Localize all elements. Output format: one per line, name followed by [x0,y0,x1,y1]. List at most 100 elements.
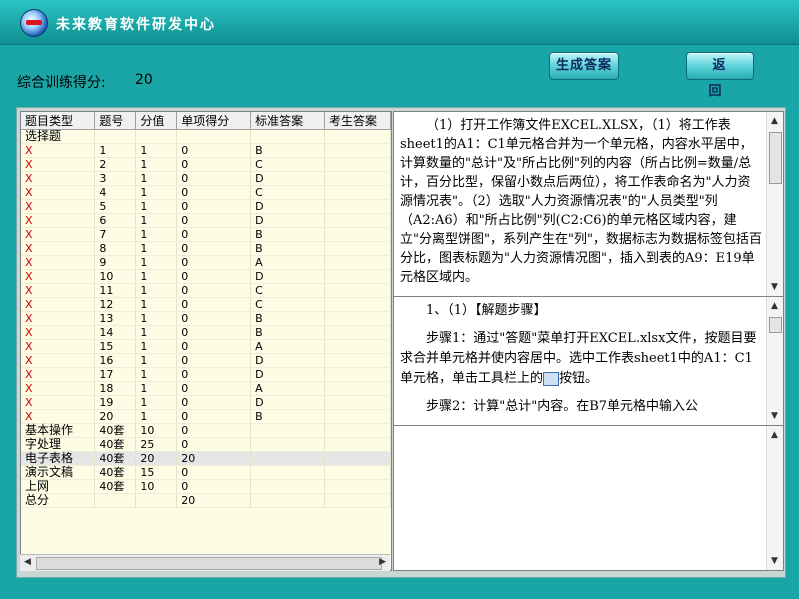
table-row[interactable]: X610D [21,213,391,228]
table-cell [250,451,326,466]
table-cell: 3 [94,171,137,186]
table-cell: 0 [176,353,252,368]
table-row[interactable]: X 12 1 0 C [21,297,391,312]
table-cell: X [21,213,96,228]
table-header-cell[interactable]: 分值 [135,112,178,130]
table-cell: D [250,269,326,284]
table-cell: 1 [135,241,178,256]
table-row[interactable]: X510D [21,199,391,214]
table-row[interactable]: X210C [21,157,391,172]
table-cell [324,297,391,312]
table-cell: X [21,297,96,312]
table-cell: 0 [176,283,252,298]
table-cell [324,157,391,172]
table-cell: 0 [176,311,252,326]
table-cell: 0 [176,255,252,270]
table-row[interactable]: 上网 40套 10 0 [21,479,391,494]
table-row[interactable]: X 17 1 0 D [21,367,391,382]
question-text-box[interactable]: （1）打开工作簿文件EXCEL.XLSX，（1）将工作表sheet1的A1：C1… [393,111,784,297]
table-cell: 17 [94,367,137,382]
table-header-cell[interactable]: 单项得分 [176,112,252,130]
table-cell: C [250,297,326,312]
table-cell: C [250,185,326,200]
table-row[interactable]: X 15 1 0 A [21,339,391,354]
scroll-up-icon[interactable]: ▲ [771,116,778,126]
question-scrollbar[interactable]: ▲ ▼ [766,112,783,296]
scrollbar-thumb[interactable] [769,132,782,184]
table-row[interactable]: X 18 1 0 A [21,381,391,396]
solution-scrollbar[interactable]: ▲ ▼ [766,297,783,425]
solution-text: 1、（1）【解题步骤】 步骤1：通过"答题"菜单打开EXCEL.xlsx文件，按… [400,301,762,417]
table-cell [135,493,178,508]
table-cell: 演示文稿 [21,465,96,480]
table-cell: X [21,409,96,424]
table-cell: 0 [176,367,252,382]
table-cell: 15 [94,339,137,354]
table-cell: 10 [135,423,178,438]
table-header-cell[interactable]: 题号 [94,112,137,130]
table-cell: 0 [176,437,252,452]
table-row[interactable]: 字处理 40套 25 0 [21,437,391,452]
table-cell: 1 [135,269,178,284]
table-cell: 1 [135,339,178,354]
table-row[interactable]: X 10 1 0 D [21,269,391,284]
table-header-cell[interactable]: 题目类型 [21,112,96,130]
table-cell: X [21,367,96,382]
answer-scrollbar[interactable]: ▲ ▼ [766,426,783,570]
generate-answer-button[interactable]: 生成答案 [549,52,619,80]
scroll-down-icon[interactable]: ▼ [771,282,778,292]
horizontal-scrollbar[interactable]: ◀ ▶ [20,554,390,571]
table-header-cell[interactable]: 标准答案 [250,112,326,130]
scroll-left-icon[interactable]: ◀ [24,557,31,567]
table-cell [324,395,391,410]
table-row[interactable]: 选择题 [21,129,391,144]
table-row[interactable]: X 11 1 0 C [21,283,391,298]
scroll-down-icon[interactable]: ▼ [771,411,778,421]
app-title: 未来教育软件研发中心 [56,17,216,33]
table-row[interactable]: X110B [21,143,391,158]
table-row[interactable]: X910A [21,255,391,270]
table-row[interactable]: 基本操作 40套 10 0 [21,423,391,438]
table-cell [324,185,391,200]
back-button[interactable]: 返 回 [686,52,754,99]
table-cell: B [250,143,326,158]
table-cell: 0 [176,465,252,480]
table-cell: 0 [176,143,252,158]
table-row[interactable]: X710B [21,227,391,242]
table-row[interactable]: X 19 1 0 D [21,395,391,410]
table-row[interactable]: X810B [21,241,391,256]
table-cell: X [21,283,96,298]
table-cell: 40套 [94,451,137,466]
scroll-up-icon[interactable]: ▲ [771,301,778,311]
scroll-right-icon[interactable]: ▶ [379,557,386,567]
table-row[interactable]: 总分 20 [21,493,391,508]
scroll-down-icon[interactable]: ▼ [771,556,778,566]
table-row[interactable]: 演示文稿 40套 15 0 [21,465,391,480]
scrollbar-thumb[interactable] [36,557,382,570]
table-cell: 0 [176,339,252,354]
table-cell: D [250,171,326,186]
table-row[interactable]: X 20 1 0 B [21,409,391,424]
table-row[interactable]: X410C [21,185,391,200]
table-cell: 20 [176,451,252,466]
table-cell: 1 [135,367,178,382]
table-cell: 1 [135,171,178,186]
table-cell: X [21,311,96,326]
score-table: 题目类型 题号 分值 单项得分 标准答案 考生答案 选择题 X 1 1 0 B X 2 1 0 C X 3 1 0 D X… [21,112,391,508]
table-cell: 1 [135,409,178,424]
table-header-cell[interactable]: 考生答案 [324,112,391,130]
title-bar: 未来教育软件研发中心 [0,0,799,45]
table-row[interactable]: X 14 1 0 B [21,325,391,340]
scrollbar-thumb[interactable] [769,317,782,333]
table-cell: 0 [176,227,252,242]
table-cell: B [250,409,326,424]
answer-text-box[interactable]: ▲ ▼ [393,425,784,571]
table-row[interactable]: 电子表格 40套 20 20 [21,451,391,466]
table-row[interactable]: X 13 1 0 B [21,311,391,326]
table-cell: B [250,311,326,326]
scroll-up-icon[interactable]: ▲ [771,430,778,440]
table-row[interactable]: X 16 1 0 D [21,353,391,368]
table-row[interactable]: X310D [21,171,391,186]
solution-text-box[interactable]: 1、（1）【解题步骤】 步骤1：通过"答题"菜单打开EXCEL.xlsx文件，按… [393,296,784,426]
table-cell: 0 [176,199,252,214]
